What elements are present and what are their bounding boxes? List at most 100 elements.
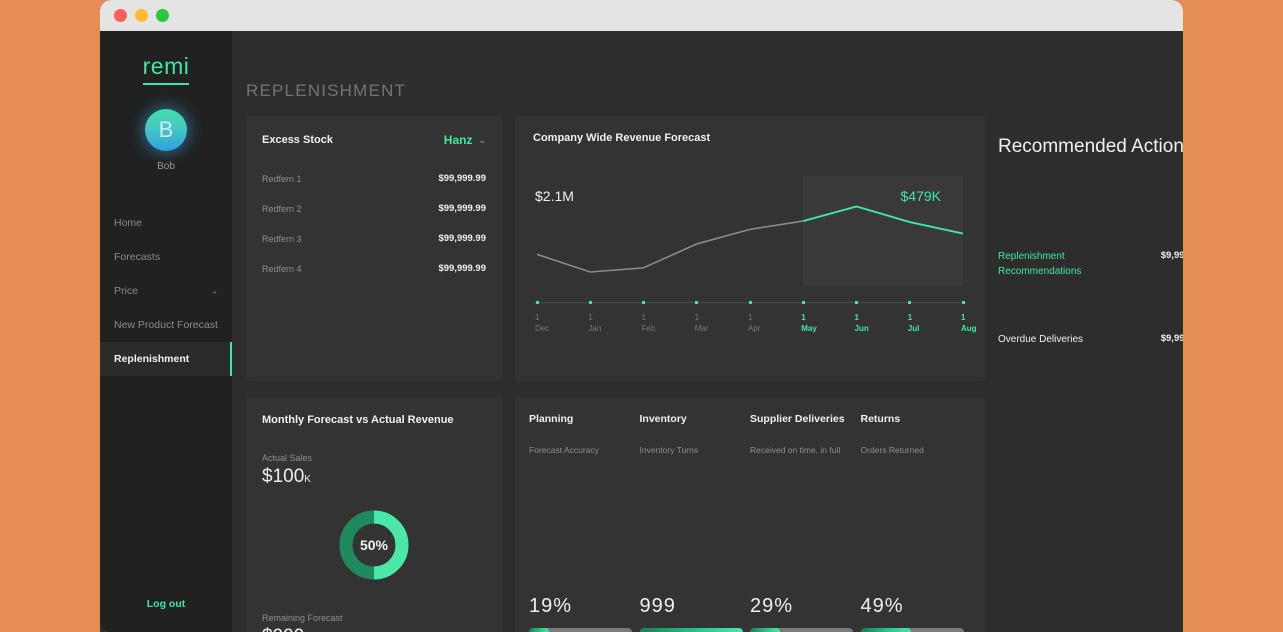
tick-day: 1 [748, 313, 753, 322]
zoom-button[interactable] [156, 9, 169, 22]
kpi-title: Supplier Deliveries [750, 413, 845, 425]
kpi-inventory: Inventory Inventory Turns 999 [639, 413, 751, 632]
logout-button[interactable]: Log out [100, 598, 232, 610]
sidebar-item-label: Price [114, 285, 138, 297]
kpi-progress-bar [860, 628, 964, 632]
tick-day: 1 [641, 313, 646, 322]
revenue-forecast-card: Company Wide Revenue Forecast $2.1M $479… [515, 116, 985, 381]
recommendation-value: $9,999.99 [1160, 333, 1183, 345]
monthly-forecast-card: Monthly Forecast vs Actual Revenue Actua… [246, 397, 502, 632]
sidebar-item-home[interactable]: Home [100, 206, 232, 240]
donut-center-label: 50% [359, 537, 389, 553]
sidebar-item-price[interactable]: Price ⌄ [100, 274, 232, 308]
recommendation-replenishment[interactable]: Replenishment Recommendations $9,999.99 [998, 249, 1183, 279]
list-item[interactable]: Redfern 4 $99,999.99 [262, 263, 486, 274]
chart-tick-dot [748, 301, 752, 304]
kpi-value: 999 [639, 595, 676, 617]
tick-day: 1 [588, 313, 593, 322]
recommendation-label: Replenishment Recommendations [998, 251, 1082, 278]
recommendation-overdue-deliveries[interactable]: Overdue Deliveries $9,999.99 [998, 332, 1183, 347]
chart-tick-label: 1 Dec [535, 312, 549, 334]
desktop-background: remi B Bob Home Forecasts Price ⌄ New Pr… [0, 0, 1283, 632]
user-profile[interactable]: B Bob [100, 109, 232, 172]
stock-name: Redfern 2 [262, 203, 302, 214]
tick-day: 1 [907, 313, 913, 322]
store-filter-label: Hanz [443, 133, 473, 147]
window-titlebar [100, 0, 1183, 31]
tick-month: Feb [641, 324, 656, 333]
minimize-button[interactable] [135, 9, 148, 22]
kpi-progress-bar [750, 628, 853, 632]
chart-tick-label: 1 Apr [748, 312, 760, 334]
kpi-subtitle: Orders Returned [860, 445, 924, 455]
sidebar: remi B Bob Home Forecasts Price ⌄ New Pr… [100, 31, 232, 632]
chart-tick-dot [535, 301, 539, 304]
sidebar-item-replenishment[interactable]: Replenishment [100, 342, 232, 376]
chevron-down-icon: ⌄ [211, 286, 218, 296]
remaining-forecast-block: Remaining Forecast $999 [262, 613, 343, 632]
sidebar-item-new-product-forecast[interactable]: New Product Forecast [100, 308, 232, 342]
tick-day: 1 [694, 313, 700, 322]
main-content: REPLENISHMENT Excess Stock Hanz ⌄ Redfer… [232, 31, 1183, 632]
recommended-actions-title: Recommended Actions [998, 136, 1183, 157]
chart-tick-label: 1 May [801, 312, 817, 334]
actual-sales-value: $100K [262, 466, 486, 488]
kpi-value: 49% [860, 595, 904, 617]
remaining-forecast-value: $999 [262, 626, 343, 632]
chart-tick-dot [695, 301, 699, 304]
sidebar-item-label: Replenishment [114, 353, 190, 365]
list-item[interactable]: Redfern 2 $99,999.99 [262, 203, 486, 214]
store-filter-dropdown[interactable]: Hanz ⌄ [444, 133, 486, 147]
chart-tick-dot [908, 301, 912, 304]
monthly-forecast-title: Monthly Forecast vs Actual Revenue [262, 414, 454, 426]
kpi-progress-fill [529, 628, 549, 632]
list-item[interactable]: Redfern 3 $99,999.99 [262, 233, 486, 244]
stock-name: Redfern 3 [262, 233, 302, 244]
donut-chart: 50% [338, 509, 410, 581]
kpi-value: 29% [750, 595, 794, 617]
page-title: REPLENISHMENT [246, 81, 407, 100]
sidebar-item-forecasts[interactable]: Forecasts [100, 240, 232, 274]
kpi-supplier-deliveries: Supplier Deliveries Received on time, in… [750, 413, 861, 632]
kpi-progress-bar [639, 628, 743, 632]
chart-tick-dot [801, 301, 805, 304]
remaining-forecast-label: Remaining Forecast [262, 613, 343, 623]
chart-tick-dot [855, 301, 858, 304]
close-button[interactable] [114, 9, 127, 22]
tick-day: 1 [961, 313, 966, 322]
sidebar-item-label: New Product Forecast [114, 319, 218, 331]
stock-value: $99,999.99 [438, 203, 486, 214]
chart-tick-label: 1 Jul [908, 312, 920, 334]
chart-tick-dot [961, 301, 965, 304]
brand-logo-underline [143, 83, 189, 85]
kpi-title: Planning [529, 413, 574, 425]
sidebar-item-label: Forecasts [114, 251, 161, 263]
chart-tick-label: 1 Feb [642, 312, 656, 334]
tick-month: Apr [748, 324, 761, 333]
app-window: remi B Bob Home Forecasts Price ⌄ New Pr… [100, 0, 1183, 632]
sidebar-item-label: Home [114, 217, 143, 229]
kpi-returns: Returns Orders Returned 49% [860, 413, 972, 632]
excess-stock-card: Excess Stock Hanz ⌄ Redfern 1 $99,999.99 [246, 116, 502, 381]
brand-logo[interactable]: remi [100, 31, 232, 85]
revenue-line-svg [536, 205, 964, 273]
recommended-actions-panel: Recommended Actions Replenishment Recomm… [998, 116, 1183, 632]
tick-month: Jun [854, 324, 869, 333]
kpi-card: Planning Forecast Accuracy 19% Inventory… [515, 397, 985, 632]
chevron-down-icon: ⌄ [478, 134, 486, 145]
kpi-subtitle: Received on time, in full [750, 445, 841, 455]
left-column: Excess Stock Hanz ⌄ Redfern 1 $99,999.99 [246, 116, 502, 632]
kpi-planning: Planning Forecast Accuracy 19% [529, 413, 640, 632]
list-item[interactable]: Redfern 1 $99,999.99 [262, 173, 486, 184]
chart-tick-label: 1 Aug [961, 312, 977, 334]
kpi-title: Returns [860, 413, 901, 425]
stock-name: Redfern 1 [262, 173, 302, 184]
sidebar-nav: Home Forecasts Price ⌄ New Product Forec… [100, 206, 232, 376]
kpi-title: Inventory [639, 413, 687, 425]
avatar: B [145, 109, 187, 151]
stock-value: $99,999.99 [438, 173, 486, 184]
tick-month: Aug [961, 324, 977, 333]
kpi-progress-fill [639, 628, 743, 632]
revenue-forecast-chart: $2.1M $479K 1 Dec 1 Jan 1 Feb 1 Mar 1 Apr 1 May 1 Jun… [533, 160, 977, 340]
chart-tick-dot [642, 301, 645, 304]
